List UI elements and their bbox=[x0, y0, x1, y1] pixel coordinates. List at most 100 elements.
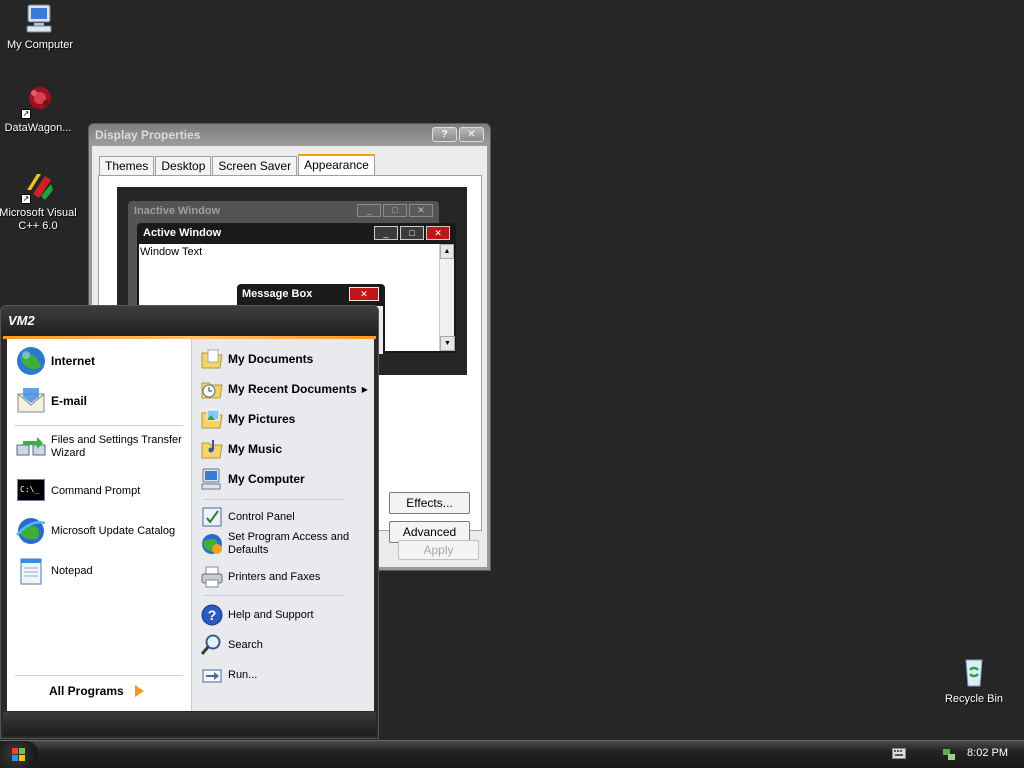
desktop-icon-label: DataWagon... bbox=[4, 122, 72, 134]
maximize-icon: □ bbox=[383, 204, 407, 217]
start-item-printers-faxes[interactable]: Printers and Faxes bbox=[200, 565, 370, 589]
start-item-control-panel[interactable]: Control Panel bbox=[200, 505, 370, 529]
desktop-icon-label: Recycle Bin bbox=[944, 693, 1004, 705]
network-icon[interactable] bbox=[942, 747, 956, 761]
maximize-icon: □ bbox=[400, 226, 424, 240]
windows-logo-icon bbox=[12, 748, 25, 761]
apply-button[interactable]: Apply bbox=[398, 540, 479, 560]
start-item-update-catalog[interactable]: Microsoft Update Catalog bbox=[15, 515, 185, 547]
start-item-label: E-mail bbox=[51, 393, 88, 408]
my-computer-icon bbox=[23, 2, 57, 36]
start-item-label: Run... bbox=[228, 668, 258, 681]
start-item-my-pictures[interactable]: My Pictures bbox=[200, 407, 370, 431]
desktop-icon-label: Microsoft Visual C++ 6.0 bbox=[0, 207, 77, 232]
start-item-transfer-wizard[interactable]: Files and Settings Transfer Wizard bbox=[15, 431, 185, 463]
start-item-label: Internet bbox=[51, 353, 96, 368]
start-item-help-support[interactable]: ? Help and Support bbox=[200, 603, 370, 627]
start-item-label: Notepad bbox=[51, 564, 93, 577]
email-icon bbox=[15, 385, 47, 417]
program-defaults-icon bbox=[200, 532, 224, 556]
transfer-wizard-icon bbox=[15, 431, 47, 463]
start-button[interactable] bbox=[0, 741, 38, 768]
update-catalog-icon bbox=[15, 515, 47, 547]
start-item-label: My Recent Documents bbox=[228, 381, 357, 396]
help-icon: ? bbox=[200, 603, 224, 627]
window-title-bar[interactable]: Display Properties ? ✕ bbox=[89, 124, 490, 146]
preview-window-text: Window Text bbox=[140, 246, 203, 258]
command-prompt-icon: C:\_ bbox=[15, 475, 47, 507]
desktop-icon-datawagon[interactable]: ↗ DataWagon... bbox=[0, 85, 78, 135]
start-item-my-computer[interactable]: My Computer bbox=[200, 467, 370, 491]
tab-appearance[interactable]: Appearance bbox=[298, 154, 375, 176]
datawagon-icon: ↗ bbox=[21, 85, 55, 119]
printer-icon bbox=[200, 565, 224, 589]
start-item-search[interactable]: Search bbox=[200, 633, 370, 657]
tab-strip: Themes Desktop Screen Saver Appearance bbox=[99, 154, 376, 176]
tab-screen-saver[interactable]: Screen Saver bbox=[212, 156, 298, 176]
start-item-internet[interactable]: Internet bbox=[15, 345, 185, 377]
start-item-run[interactable]: Run... bbox=[200, 663, 370, 687]
desktop-icon-visual-cpp[interactable]: ↗ Microsoft Visual C++ 6.0 bbox=[0, 170, 78, 233]
recent-documents-icon bbox=[200, 377, 224, 401]
start-menu-separator bbox=[204, 499, 344, 500]
notepad-icon bbox=[15, 555, 47, 587]
start-item-recent-documents[interactable]: My Recent Documents ▶ bbox=[200, 377, 370, 401]
desktop-icon-my-computer[interactable]: My Computer bbox=[0, 2, 80, 52]
my-pictures-icon bbox=[200, 407, 224, 431]
shortcut-arrow-icon: ↗ bbox=[21, 194, 31, 204]
start-menu-places-pane: My Documents My Recent Documents ▶ My Pi… bbox=[191, 339, 374, 711]
my-documents-icon bbox=[200, 347, 224, 371]
start-item-label: Files and Settings Transfer Wizard bbox=[51, 434, 182, 459]
start-menu-footer bbox=[3, 712, 376, 736]
taskbar: 8:02 PM bbox=[0, 740, 1024, 768]
start-item-label: Command Prompt bbox=[51, 484, 141, 497]
start-item-notepad[interactable]: Notepad bbox=[15, 555, 185, 587]
desktop-icon-label: My Computer bbox=[6, 39, 74, 51]
start-item-label: My Pictures bbox=[228, 411, 296, 426]
start-item-command-prompt[interactable]: C:\_ Command Prompt bbox=[15, 475, 185, 507]
start-item-label: My Music bbox=[228, 441, 283, 456]
keyboard-icon[interactable] bbox=[892, 748, 906, 759]
desktop-icon-recycle-bin[interactable]: Recycle Bin bbox=[934, 656, 1014, 706]
start-item-label: My Computer bbox=[228, 471, 305, 486]
internet-explorer-icon bbox=[15, 345, 47, 377]
scroll-down-icon: ▼ bbox=[440, 336, 455, 351]
taskbar-clock[interactable]: 8:02 PM bbox=[967, 747, 1008, 759]
start-item-label: Help and Support bbox=[228, 608, 314, 621]
search-icon bbox=[200, 633, 224, 657]
svg-text:?: ? bbox=[208, 607, 217, 623]
start-item-label: Control Panel bbox=[228, 510, 295, 523]
all-programs-arrow-icon bbox=[132, 684, 146, 698]
close-icon: ✕ bbox=[349, 287, 379, 301]
window-title: Display Properties bbox=[95, 128, 201, 142]
close-icon: ✕ bbox=[409, 204, 433, 217]
start-item-label: My Documents bbox=[228, 351, 314, 366]
scroll-up-icon: ▲ bbox=[440, 244, 454, 259]
start-item-my-documents[interactable]: My Documents bbox=[200, 347, 370, 371]
help-button[interactable]: ? bbox=[432, 127, 457, 142]
effects-button[interactable]: Effects... bbox=[389, 492, 470, 514]
run-icon bbox=[200, 663, 224, 687]
start-item-program-defaults[interactable]: Set Program Access and Defaults bbox=[200, 531, 370, 557]
close-icon: ✕ bbox=[426, 226, 450, 240]
start-item-label: Search bbox=[228, 638, 263, 651]
submenu-arrow-icon: ▶ bbox=[361, 384, 368, 394]
recycle-bin-icon bbox=[957, 656, 991, 690]
minimize-icon: _ bbox=[374, 226, 398, 240]
start-menu-programs-pane: Internet E-mail Files and Settings Trans… bbox=[7, 339, 191, 711]
start-item-email[interactable]: E-mail bbox=[15, 385, 185, 417]
start-menu: VM2 Internet E-mail Files and Settings T… bbox=[0, 305, 379, 739]
tab-themes[interactable]: Themes bbox=[99, 156, 155, 176]
shortcut-arrow-icon: ↗ bbox=[21, 109, 31, 119]
start-item-label: Microsoft Update Catalog bbox=[51, 524, 176, 537]
all-programs-label: All Programs bbox=[49, 683, 124, 698]
my-computer-icon bbox=[200, 467, 224, 491]
start-item-my-music[interactable]: My Music bbox=[200, 437, 370, 461]
start-menu-separator bbox=[15, 425, 183, 426]
close-button[interactable]: ✕ bbox=[459, 127, 484, 142]
tab-desktop[interactable]: Desktop bbox=[155, 156, 212, 176]
start-menu-separator bbox=[15, 675, 183, 676]
preview-scrollbar: ▲ ▼ bbox=[439, 244, 455, 351]
minimize-icon: _ bbox=[357, 204, 381, 217]
visual-cpp-icon: ↗ bbox=[21, 170, 55, 204]
